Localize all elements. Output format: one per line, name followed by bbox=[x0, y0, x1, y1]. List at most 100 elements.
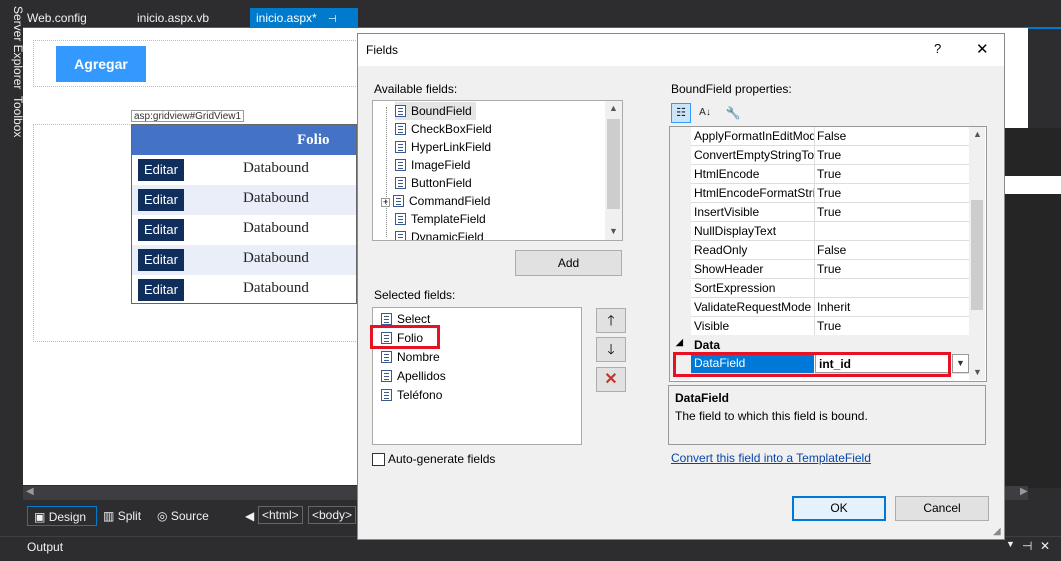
property-row[interactable]: ConvertEmptyStringToNullTrue bbox=[691, 146, 969, 165]
tree-item[interactable]: DynamicField bbox=[395, 228, 484, 240]
list-item[interactable]: Teléfono bbox=[381, 386, 442, 404]
item-label: BoundField bbox=[411, 104, 472, 118]
grid-row: Editar Databound bbox=[132, 275, 356, 305]
toolbox-tab[interactable]: Toolbox bbox=[3, 96, 25, 137]
property-value[interactable]: True bbox=[817, 205, 841, 219]
tab-inicio-aspx-vb[interactable]: inicio.aspx.vb bbox=[137, 8, 209, 28]
dialog-close-icon[interactable]: ✕ bbox=[976, 40, 989, 58]
property-row[interactable]: HtmlEncode True bbox=[691, 165, 969, 184]
collapse-icon[interactable]: ◢ bbox=[676, 337, 683, 348]
help-button[interactable]: ? bbox=[934, 41, 941, 56]
databound-cell: Databound bbox=[243, 190, 309, 206]
property-divider bbox=[814, 317, 815, 336]
tree-item[interactable]: HyperLinkField bbox=[395, 138, 491, 156]
tab-web-config[interactable]: Web.config bbox=[27, 8, 87, 28]
category-label: Data bbox=[694, 338, 721, 352]
tree-item[interactable]: CheckBoxField bbox=[395, 120, 492, 138]
breadcrumb-left-icon[interactable]: ◀ bbox=[245, 506, 254, 526]
agregar-button[interactable]: Agregar bbox=[56, 46, 146, 82]
property-value[interactable]: True bbox=[817, 262, 841, 276]
tree-scroll-down-icon[interactable]: ▼ bbox=[609, 226, 618, 236]
tree-item[interactable]: ImageField bbox=[395, 156, 470, 174]
editar-button[interactable]: Editar bbox=[138, 249, 184, 271]
property-name: NullDisplayText bbox=[694, 224, 777, 238]
tree-item[interactable]: ButtonField bbox=[395, 174, 472, 192]
expand-icon[interactable]: + bbox=[381, 198, 390, 207]
item-label: TemplateField bbox=[411, 212, 486, 226]
tree-item[interactable]: TemplateField bbox=[395, 210, 486, 228]
editar-button[interactable]: Editar bbox=[138, 219, 184, 241]
properties-input-edge bbox=[1005, 176, 1061, 194]
property-row[interactable]: ReadOnly False bbox=[691, 241, 969, 260]
ok-button[interactable]: OK bbox=[792, 496, 886, 521]
editar-button[interactable]: Editar bbox=[138, 189, 184, 211]
property-row[interactable]: ShowHeader True bbox=[691, 260, 969, 279]
breadcrumb-body[interactable]: <body> bbox=[308, 506, 357, 524]
editar-button[interactable]: Editar bbox=[138, 159, 184, 181]
property-row[interactable]: ApplyFormatInEditMode False bbox=[691, 127, 969, 146]
resize-grip-icon[interactable]: ◢ bbox=[993, 526, 1001, 537]
property-divider bbox=[814, 241, 815, 260]
property-row[interactable]: Visible True bbox=[691, 317, 969, 336]
autogen-label[interactable]: Auto-generate fields bbox=[388, 452, 495, 466]
property-scroll-thumb[interactable] bbox=[971, 200, 983, 310]
editar-button[interactable]: Editar bbox=[138, 279, 184, 301]
grid-row: Editar Databound bbox=[132, 155, 356, 185]
alphabetical-icon[interactable]: A↓ bbox=[695, 103, 715, 123]
gridview[interactable]: Folio Editar Databound Editar Databound Ed… bbox=[131, 124, 357, 304]
breadcrumb-html[interactable]: <html> bbox=[258, 506, 303, 524]
scroll-left-icon[interactable]: ◀ bbox=[26, 486, 34, 497]
output-close-icon[interactable]: ✕ bbox=[1040, 539, 1050, 553]
property-value[interactable]: Inherit bbox=[817, 300, 850, 314]
property-value[interactable]: True bbox=[817, 148, 841, 162]
move-down-button[interactable]: 🡓 bbox=[596, 337, 626, 362]
property-pages-icon[interactable]: 🔧 bbox=[723, 103, 743, 123]
tree-item[interactable]: BoundField bbox=[395, 102, 476, 120]
property-row[interactable]: HtmlEncodeFormatStringTrue bbox=[691, 184, 969, 203]
property-row[interactable]: ValidateRequestMode Inherit bbox=[691, 298, 969, 317]
item-label: Nombre bbox=[397, 350, 440, 364]
available-fields-tree[interactable]: BoundField CheckBoxField HyperLinkField … bbox=[372, 100, 623, 241]
datafield-highlight-box bbox=[673, 352, 951, 377]
item-label: Select bbox=[397, 312, 431, 326]
field-icon bbox=[381, 370, 392, 382]
property-row[interactable]: NullDisplayText bbox=[691, 222, 969, 241]
convert-template-link[interactable]: Convert this field into a TemplateField bbox=[671, 451, 871, 465]
dialog-title: Fields bbox=[366, 43, 399, 57]
list-item[interactable]: Apellidos bbox=[381, 367, 446, 385]
tree-scroll-up-icon[interactable]: ▲ bbox=[609, 103, 618, 113]
source-view-tab[interactable]: ◎ Source bbox=[157, 506, 209, 526]
tree-scroll-thumb[interactable] bbox=[607, 119, 620, 209]
property-value[interactable]: True bbox=[817, 186, 841, 200]
property-scroll-up-icon[interactable]: ▲ bbox=[973, 129, 982, 139]
pin-icon[interactable]: ⊣ bbox=[328, 14, 337, 25]
property-value[interactable]: False bbox=[817, 129, 846, 143]
datafield-dropdown-icon[interactable]: ▼ bbox=[952, 354, 969, 373]
output-dropdown-icon[interactable]: ▼ bbox=[1006, 539, 1015, 549]
delete-field-button[interactable]: ✕ bbox=[596, 367, 626, 392]
list-item[interactable]: Nombre bbox=[381, 348, 440, 366]
add-button[interactable]: Add bbox=[515, 250, 622, 276]
design-view-tab[interactable]: ▣ Design bbox=[27, 506, 97, 526]
split-view-tab[interactable]: ▥ Split bbox=[103, 506, 141, 526]
property-row[interactable]: SortExpression bbox=[691, 279, 969, 298]
property-row[interactable]: InsertVisible True bbox=[691, 203, 969, 222]
databound-cell: Databound bbox=[243, 220, 309, 236]
server-explorer-tab[interactable]: Server Explorer bbox=[3, 6, 25, 89]
property-value[interactable]: True bbox=[817, 167, 841, 181]
tab-inicio-aspx[interactable]: inicio.aspx* ⊣ ✕ bbox=[250, 8, 358, 47]
property-name: ConvertEmptyStringToNull bbox=[694, 148, 814, 162]
field-icon bbox=[381, 313, 392, 325]
property-value[interactable]: True bbox=[817, 319, 841, 333]
autogen-checkbox[interactable] bbox=[372, 453, 385, 466]
property-value[interactable]: False bbox=[817, 243, 846, 257]
property-divider bbox=[814, 184, 815, 203]
categorized-icon[interactable]: ☷ bbox=[671, 103, 691, 123]
tree-item[interactable]: + CommandField bbox=[381, 192, 490, 210]
scroll-right-icon[interactable]: ▶ bbox=[1020, 486, 1028, 497]
property-scroll-down-icon[interactable]: ▼ bbox=[973, 367, 982, 377]
output-pin-icon[interactable]: ⊣ bbox=[1022, 539, 1032, 553]
property-name: ReadOnly bbox=[694, 243, 748, 257]
move-up-button[interactable]: 🡑 bbox=[596, 308, 626, 333]
cancel-button[interactable]: Cancel bbox=[895, 496, 989, 521]
